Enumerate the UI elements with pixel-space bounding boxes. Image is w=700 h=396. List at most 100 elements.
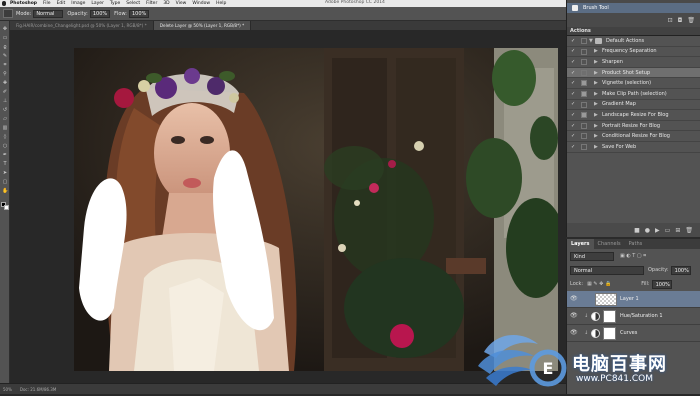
canvas-image[interactable] — [74, 48, 558, 371]
menu-file[interactable]: File — [43, 1, 51, 6]
action-row[interactable]: ✓ ▶ Gradient Map — [567, 100, 700, 111]
document-canvas-area[interactable] — [10, 30, 566, 383]
dialog-toggle[interactable] — [581, 143, 587, 150]
action-row[interactable]: ✓ ▶ Vignette (selection) — [567, 78, 700, 89]
toggle-check-icon[interactable]: ✓ — [571, 59, 576, 65]
toggle-check-icon[interactable]: ✓ — [571, 38, 576, 44]
brush-preset-icon[interactable] — [3, 9, 13, 18]
toggle-check-icon[interactable]: ✓ — [571, 112, 576, 118]
path-select-tool-icon[interactable]: ➤ — [2, 171, 8, 176]
collapse-triangle-icon[interactable]: ▶ — [594, 123, 598, 129]
collapse-triangle-icon[interactable]: ▶ — [594, 48, 598, 54]
eyedropper-tool-icon[interactable]: ⚲ — [2, 72, 8, 77]
kind-filter-select[interactable]: Kind — [570, 251, 614, 261]
lock-icons[interactable]: ▦ ✎ ✥ 🔒 — [587, 281, 611, 287]
tab-paths[interactable]: Paths — [625, 239, 647, 249]
action-row[interactable]: ✓ ▶ Make Clip Path (selection) — [567, 89, 700, 100]
marquee-tool-icon[interactable]: ▭ — [2, 36, 8, 41]
toggle-check-icon[interactable]: ✓ — [571, 123, 576, 129]
layer-row-selected[interactable]: 👁 Layer 1 — [567, 291, 700, 308]
quick-select-tool-icon[interactable]: ✎ — [2, 54, 8, 59]
flow-field[interactable]: 100% — [129, 9, 150, 18]
tab-layers[interactable]: Layers — [567, 239, 594, 249]
snapshot-icon[interactable]: ◘ — [678, 17, 683, 24]
gradient-tool-icon[interactable]: ▥ — [2, 126, 8, 131]
layer-row[interactable]: 👁 ↓ Curves — [567, 325, 700, 342]
collapse-triangle-icon[interactable]: ▶ — [594, 80, 598, 86]
action-set-row[interactable]: ✓ ▼ Default Actions — [567, 36, 700, 47]
action-row[interactable]: ✓ ▶ Sharpen — [567, 57, 700, 68]
eye-icon[interactable]: 👁 — [570, 296, 578, 302]
blend-mode-select[interactable]: Normal — [570, 265, 644, 275]
menu-image[interactable]: Image — [71, 1, 85, 6]
new-set-icon[interactable]: ▭ — [665, 227, 671, 234]
pen-tool-icon[interactable]: ✒ — [2, 153, 8, 158]
menu-edit[interactable]: Edit — [57, 1, 66, 6]
play-icon[interactable]: ▶ — [655, 227, 660, 234]
history-item-selected[interactable]: Brush Tool — [567, 3, 700, 13]
tab-channels[interactable]: Channels — [594, 239, 625, 249]
trash-icon[interactable]: 🗑 — [685, 227, 693, 234]
filter-icons[interactable]: ▣ ◐ T ▢ ⌗ — [620, 253, 646, 259]
collapse-triangle-icon[interactable]: ▶ — [594, 101, 598, 107]
toggle-check-icon[interactable]: ✓ — [571, 144, 576, 150]
menu-3d[interactable]: 3D — [163, 1, 169, 6]
menu-type[interactable]: Type — [110, 1, 120, 6]
dialog-toggle[interactable] — [581, 133, 587, 140]
eraser-tool-icon[interactable]: ▱ — [2, 117, 8, 122]
stop-icon[interactable]: ■ — [634, 227, 640, 234]
expand-triangle-icon[interactable]: ▼ — [589, 38, 593, 44]
apple-icon[interactable] — [2, 1, 6, 6]
healing-tool-icon[interactable]: ✚ — [2, 81, 8, 86]
dialog-toggle[interactable] — [581, 69, 587, 76]
menu-layer[interactable]: Layer — [91, 1, 104, 6]
dialog-toggle[interactable] — [581, 101, 587, 108]
dialog-toggle[interactable] — [581, 48, 587, 55]
app-name[interactable]: Photoshop — [10, 1, 37, 6]
layer-row[interactable]: 👁 ↓ Hue/Saturation 1 — [567, 308, 700, 325]
dodge-tool-icon[interactable]: ○ — [2, 144, 8, 149]
layer-opacity-field[interactable]: 100% — [670, 265, 691, 275]
action-row[interactable]: ✓ ▶ Landscape Resize For Blog — [567, 110, 700, 121]
record-icon[interactable]: ● — [645, 227, 650, 234]
hand-tool-icon[interactable]: ✋ — [2, 189, 8, 194]
dialog-toggle[interactable] — [581, 38, 587, 44]
toggle-check-icon[interactable]: ✓ — [571, 133, 576, 139]
background-color-swatch[interactable] — [4, 205, 9, 210]
new-action-icon[interactable]: ⊞ — [675, 227, 680, 234]
toggle-check-icon[interactable]: ✓ — [571, 48, 576, 54]
dialog-toggle[interactable] — [581, 112, 587, 119]
crop-tool-icon[interactable]: ⌗ — [2, 63, 8, 68]
dialog-toggle[interactable] — [581, 80, 587, 87]
dialog-toggle[interactable] — [581, 59, 587, 66]
collapse-triangle-icon[interactable]: ▶ — [594, 91, 598, 97]
action-row[interactable]: ✓ ▶ Frequency Separation — [567, 47, 700, 58]
toggle-check-icon[interactable]: ✓ — [571, 91, 576, 97]
collapse-triangle-icon[interactable]: ▶ — [594, 144, 598, 150]
stamp-tool-icon[interactable]: ⊥ — [2, 99, 8, 104]
shape-tool-icon[interactable]: ▢ — [2, 180, 8, 185]
trash-icon[interactable]: 🗑 — [687, 17, 695, 24]
eye-icon[interactable]: 👁 — [570, 330, 578, 336]
action-row[interactable]: ✓ ▶ Conditional Resize For Blog — [567, 131, 700, 142]
opacity-field[interactable]: 100% — [89, 9, 111, 18]
actions-panel-title[interactable]: Actions — [570, 28, 591, 34]
eye-icon[interactable]: 👁 — [570, 313, 578, 319]
collapse-triangle-icon[interactable]: ▶ — [594, 59, 598, 65]
move-tool-icon[interactable]: ✥ — [2, 27, 8, 32]
toggle-check-icon[interactable]: ✓ — [571, 101, 576, 107]
zoom-readout[interactable]: 50% — [3, 387, 12, 392]
toggle-check-icon[interactable]: ✓ — [571, 80, 576, 86]
dialog-toggle[interactable] — [581, 122, 587, 129]
fill-field[interactable]: 100% — [651, 279, 672, 289]
type-tool-icon[interactable]: T — [2, 162, 8, 167]
toggle-check-icon[interactable]: ✓ — [571, 70, 576, 76]
history-brush-tool-icon[interactable]: ↺ — [2, 108, 8, 113]
new-document-from-state-icon[interactable]: ⊡ — [668, 17, 673, 24]
collapse-triangle-icon[interactable]: ▶ — [594, 133, 598, 139]
dialog-toggle[interactable] — [581, 90, 587, 97]
document-tab-active[interactable]: Delete Layer @ 50% (Layer 1, RGB/8*) * — [153, 21, 252, 30]
menu-view[interactable]: View — [176, 1, 187, 6]
menu-help[interactable]: Help — [216, 1, 226, 6]
action-row[interactable]: ✓ ▶ Save For Web — [567, 142, 700, 153]
